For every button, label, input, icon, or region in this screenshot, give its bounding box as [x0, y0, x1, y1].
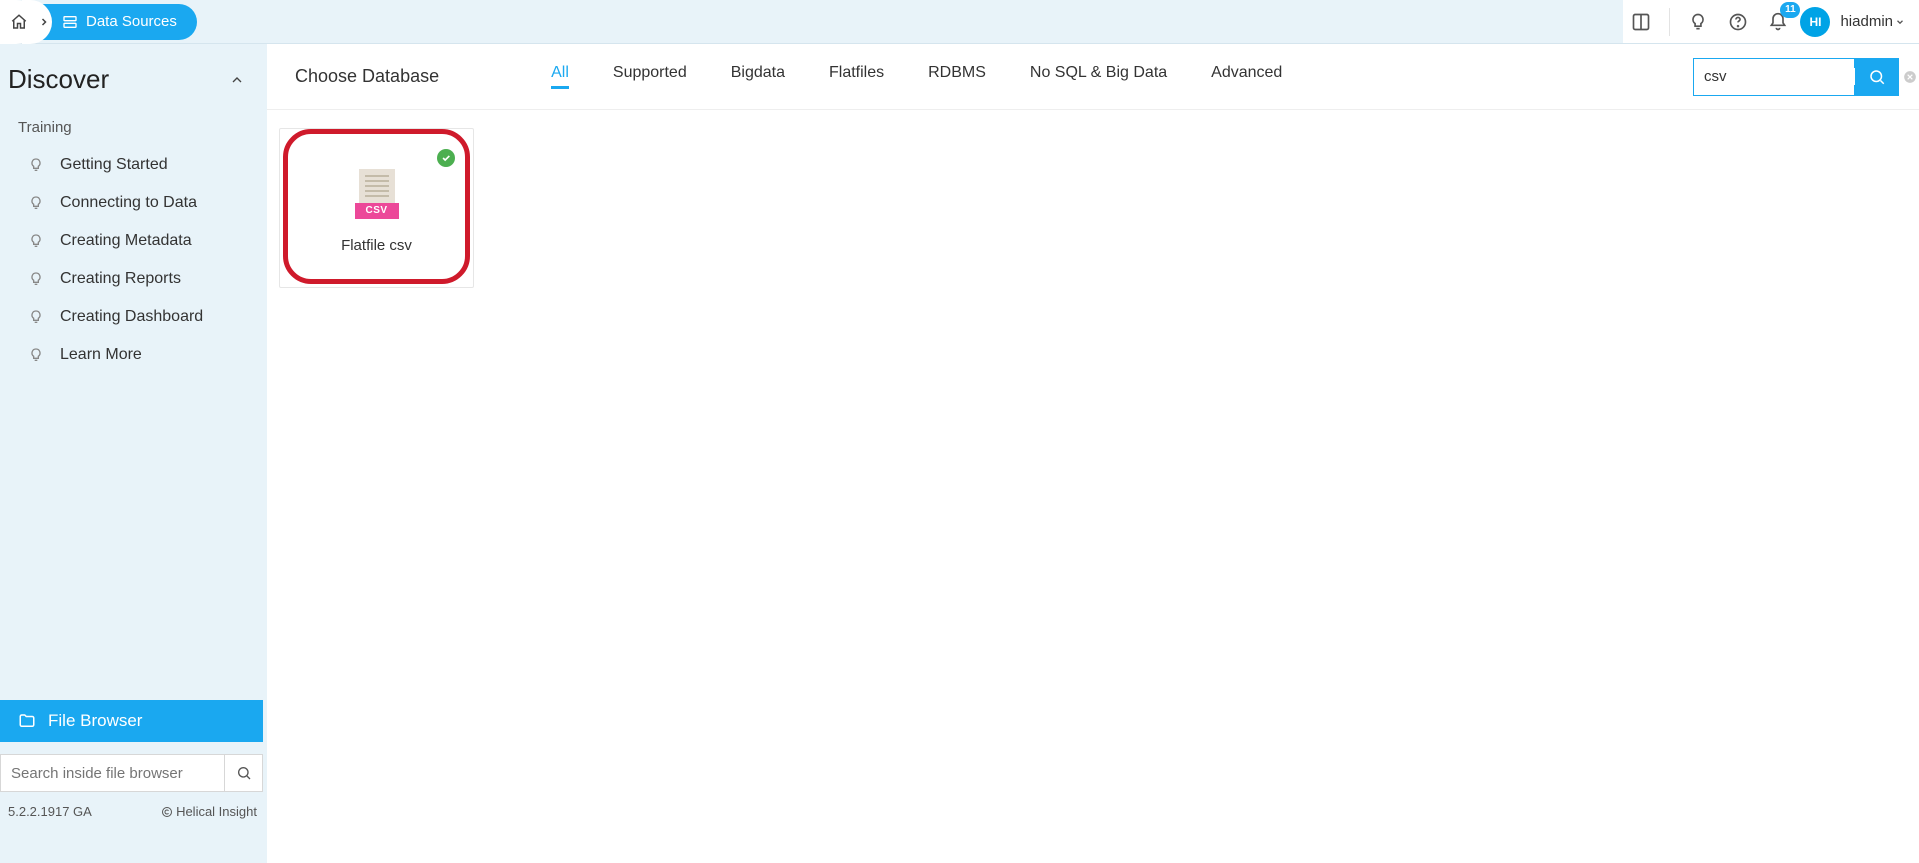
sidebar-item-creating-reports[interactable]: Creating Reports: [0, 260, 267, 298]
layout-icon: [1631, 12, 1651, 32]
file-browser-search-button[interactable]: [225, 754, 263, 792]
user-menu[interactable]: hiadmin: [1840, 13, 1905, 30]
tab-label: Flatfiles: [829, 64, 884, 81]
choose-database-label: Choose Database: [295, 66, 439, 87]
sidebar-collapse-button[interactable]: [229, 72, 245, 88]
sidebar-header: Discover: [0, 44, 267, 109]
sidebar-item-label: Learn More: [60, 346, 142, 364]
search-group: [1693, 58, 1899, 96]
datasource-card-flatfile-csv[interactable]: CSV Flatfile csv: [279, 128, 474, 288]
brand-label: Helical Insight: [176, 804, 257, 819]
csv-file-icon: CSV: [357, 169, 397, 217]
bulb-icon: [28, 233, 44, 249]
sidebar-item-learn-more[interactable]: Learn More: [0, 336, 267, 374]
chevron-up-icon: [229, 72, 245, 88]
sidebar-item-connecting-data[interactable]: Connecting to Data: [0, 184, 267, 222]
tab-label: No SQL & Big Data: [1030, 64, 1167, 81]
content-area: Choose Database All Supported Bigdata Fl…: [267, 44, 1919, 863]
file-browser-search-input[interactable]: [0, 754, 225, 792]
layout-button[interactable]: [1623, 4, 1659, 40]
check-icon: [441, 153, 451, 163]
tab-all[interactable]: All: [551, 64, 569, 89]
tab-nosql-bigdata[interactable]: No SQL & Big Data: [1030, 64, 1167, 89]
search-button[interactable]: [1855, 58, 1899, 96]
clear-search-button[interactable]: [1903, 70, 1917, 84]
bulb-icon: [28, 195, 44, 211]
tab-flatfiles[interactable]: Flatfiles: [829, 64, 884, 89]
csv-badge: CSV: [355, 203, 399, 219]
notification-badge: 11: [1780, 2, 1800, 18]
brand-link[interactable]: Helical Insight: [161, 804, 257, 819]
sidebar-item-getting-started[interactable]: Getting Started: [0, 146, 267, 184]
tab-rdbms[interactable]: RDBMS: [928, 64, 986, 89]
card-selected-badge: [437, 149, 455, 167]
copyright-icon: [161, 806, 173, 818]
sidebar: Discover Training Getting Started Connec…: [0, 44, 267, 819]
divider: [1669, 8, 1670, 36]
sidebar-title: Discover: [8, 64, 109, 95]
tab-bigdata[interactable]: Bigdata: [731, 64, 785, 89]
breadcrumb-current[interactable]: Data Sources: [38, 4, 197, 40]
home-icon: [10, 13, 28, 31]
sidebar-item-label: Creating Reports: [60, 270, 181, 288]
tab-label: Supported: [613, 64, 687, 81]
sidebar-item-label: Getting Started: [60, 156, 168, 174]
notification-button[interactable]: 11: [1760, 4, 1796, 40]
file-browser-button[interactable]: File Browser: [0, 700, 263, 742]
file-browser-label: File Browser: [48, 711, 142, 731]
top-bar: Data Sources 11 HI: [0, 0, 1919, 44]
avatar[interactable]: HI: [1800, 7, 1830, 37]
search-input-wrap: [1693, 58, 1855, 96]
bulb-icon: [28, 347, 44, 363]
bulb-icon: [1688, 12, 1708, 32]
clear-icon: [1903, 70, 1917, 84]
sidebar-item-label: Creating Metadata: [60, 232, 192, 250]
topbar-right: 11 HI hiadmin: [1623, 0, 1919, 43]
tab-advanced[interactable]: Advanced: [1211, 64, 1282, 89]
search-icon: [1868, 68, 1886, 86]
avatar-initials: HI: [1809, 15, 1821, 29]
sidebar-item-creating-dashboard[interactable]: Creating Dashboard: [0, 298, 267, 336]
sidebar-section-label: Training: [0, 109, 267, 146]
breadcrumb-label: Data Sources: [86, 13, 177, 30]
version-label: 5.2.2.1917 GA: [8, 804, 92, 819]
tab-label: Advanced: [1211, 64, 1282, 81]
tab-label: Bigdata: [731, 64, 785, 81]
search-icon: [236, 765, 252, 781]
card-grid: CSV Flatfile csv: [267, 110, 1919, 288]
sidebar-footer: 5.2.2.1917 GA Helical Insight: [0, 798, 267, 819]
sidebar-item-label: Creating Dashboard: [60, 308, 203, 326]
breadcrumb-area: Data Sources: [0, 0, 197, 43]
sidebar-item-label: Connecting to Data: [60, 194, 197, 212]
help-button[interactable]: [1720, 4, 1756, 40]
tabs: All Supported Bigdata Flatfiles RDBMS No…: [479, 64, 1683, 89]
sidebar-item-creating-metadata[interactable]: Creating Metadata: [0, 222, 267, 260]
filter-bar: Choose Database All Supported Bigdata Fl…: [267, 44, 1919, 110]
username-label: hiadmin: [1840, 13, 1893, 30]
tab-supported[interactable]: Supported: [613, 64, 687, 89]
folder-icon: [18, 712, 36, 730]
chevron-right-icon: [38, 16, 50, 28]
bulb-icon: [28, 157, 44, 173]
datasource-icon: [62, 14, 78, 30]
hint-button[interactable]: [1680, 4, 1716, 40]
help-icon: [1728, 12, 1748, 32]
bulb-icon: [28, 309, 44, 325]
tab-label: RDBMS: [928, 64, 986, 81]
file-search-row: [0, 754, 263, 792]
card-label: Flatfile csv: [341, 237, 412, 254]
chevron-down-icon: [1895, 17, 1905, 27]
bulb-icon: [28, 271, 44, 287]
tab-label: All: [551, 64, 569, 81]
